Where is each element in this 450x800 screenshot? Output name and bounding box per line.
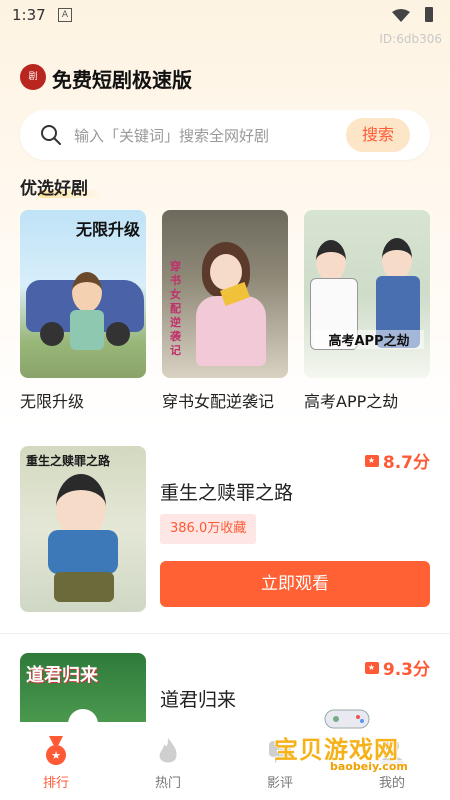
sim-icon: A — [58, 8, 72, 22]
battery-icon — [425, 7, 433, 22]
drama-poster[interactable]: 道君归来 — [20, 653, 146, 725]
watermark-url: baobeiy.com — [326, 760, 412, 773]
wheel-shape — [106, 322, 130, 346]
watch-now-button[interactable]: 立即观看 — [160, 561, 430, 607]
character-body — [70, 310, 104, 350]
drama-title: 重生之赎罪之路 — [160, 482, 294, 504]
tab-label: 排行 — [42, 776, 69, 791]
rating-icon — [364, 455, 379, 467]
featured-label: 穿书女配逆袭记 — [162, 392, 275, 411]
drama-score-value: 9.3分 — [382, 660, 430, 680]
search-bar: 搜索 — [20, 110, 430, 160]
search-icon — [41, 125, 61, 145]
featured-label: 高考APP之劫 — [304, 392, 399, 411]
drama-score: 8.7分 — [364, 448, 430, 473]
poster-title: 穿书女配逆袭记 — [170, 260, 181, 357]
medal-icon: ★ — [46, 736, 66, 765]
rating-icon — [364, 662, 379, 674]
section-title: 优选好剧 — [20, 179, 88, 199]
poster-title: 高考APP之劫 — [314, 330, 424, 349]
drama-score-value: 8.7分 — [382, 453, 430, 473]
poster-title: 道君归来 — [26, 665, 98, 686]
flame-icon — [159, 738, 177, 763]
drama-title: 道君归来 — [160, 689, 237, 711]
wifi-icon — [392, 9, 410, 22]
featured-card[interactable]: 高考APP之劫 高考APP之劫 — [304, 210, 430, 412]
drama-item: 重生之赎罪之路 8.7分 重生之赎罪之路 386.0万收藏 立即观看 — [20, 446, 430, 616]
app-title: 免费短剧极速版 — [52, 68, 192, 92]
featured-label: 无限升级 — [20, 392, 85, 411]
device-id: ID:6db306 — [379, 32, 442, 46]
wheel-shape — [40, 322, 64, 346]
character-head — [316, 240, 346, 282]
drama-poster[interactable]: 重生之赎罪之路 — [20, 446, 146, 612]
featured-poster: 高考APP之劫 — [304, 210, 430, 378]
list-divider — [0, 633, 450, 634]
favorites-count: 386.0万收藏 — [160, 514, 257, 544]
character-legs — [54, 572, 114, 602]
status-time: 1:37 — [12, 6, 46, 24]
svg-text:★: ★ — [51, 749, 61, 762]
character-body — [48, 530, 118, 574]
status-bar: 1:37 A — [0, 0, 450, 30]
gamepad-icon — [324, 709, 370, 729]
featured-poster: 无限升级 — [20, 210, 146, 378]
poster-title: 重生之赎罪之路 — [26, 454, 111, 468]
character-head — [72, 272, 102, 312]
character-head — [382, 238, 412, 280]
featured-poster: 穿书女配逆袭记 — [162, 210, 288, 378]
search-input[interactable] — [72, 122, 346, 150]
tab-label: 热门 — [154, 776, 181, 791]
featured-card[interactable]: 无限升级 无限升级 — [20, 210, 146, 412]
featured-card[interactable]: 穿书女配逆袭记 穿书女配逆袭记 — [162, 210, 288, 412]
app-logo: 剧 — [20, 64, 46, 90]
drama-score: 9.3分 — [364, 655, 430, 680]
search-button[interactable]: 搜索 — [346, 118, 410, 152]
character-body — [196, 296, 266, 366]
watermark: 宝贝游戏网 baobeiy.com — [270, 706, 430, 784]
poster-title: 无限升级 — [75, 220, 140, 239]
